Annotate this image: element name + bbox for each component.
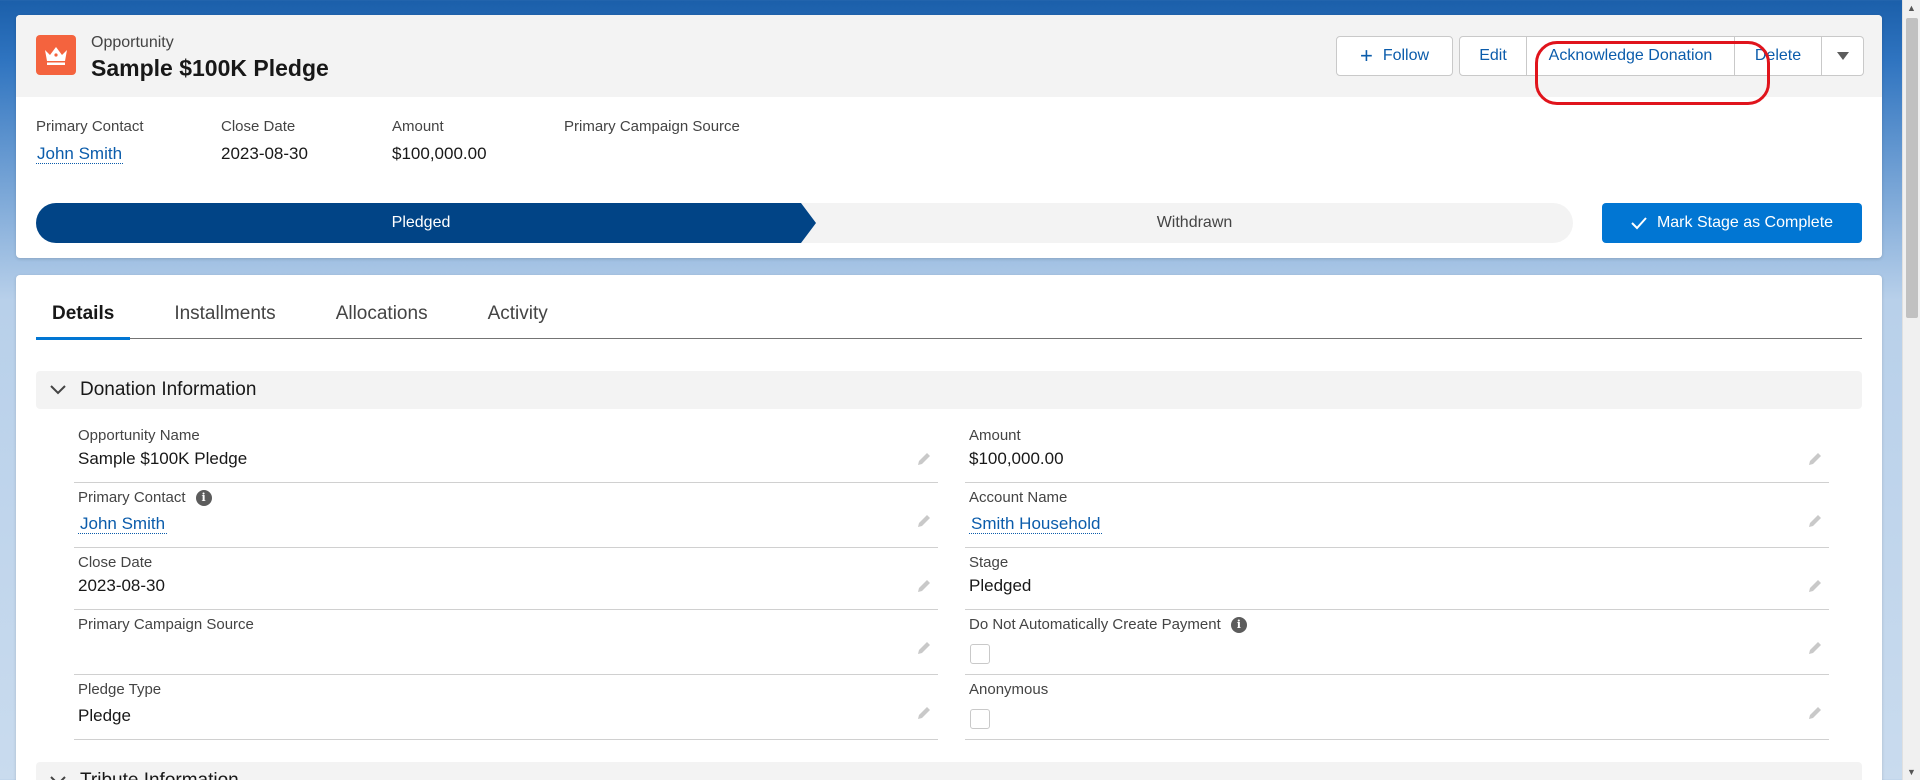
pencil-icon[interactable]	[916, 451, 932, 472]
tab-activity[interactable]: Activity	[472, 289, 564, 339]
field-label: Opportunity Name	[78, 427, 200, 444]
tab-allocations[interactable]: Allocations	[320, 289, 444, 339]
tab-installments[interactable]: Installments	[158, 289, 291, 339]
pencil-icon[interactable]	[1807, 513, 1823, 534]
checkmark-icon	[1631, 217, 1647, 230]
field-opportunity-name: Opportunity Name Sample $100K Pledge	[74, 421, 938, 483]
primary-contact-link[interactable]: John Smith	[78, 514, 168, 534]
field-label-wrap: Primary Contact i	[78, 489, 212, 506]
field-account-name: Account Name Smith Household	[965, 483, 1829, 548]
page-scrollbar[interactable]: ▲ ▼	[1902, 0, 1920, 780]
pencil-icon[interactable]	[1807, 640, 1823, 661]
chevron-down-icon	[36, 776, 80, 780]
object-type-label: Opportunity	[91, 34, 174, 51]
info-icon[interactable]: i	[195, 489, 212, 506]
stage-path: Pledged Withdrawn	[36, 203, 1573, 243]
mark-stage-complete-button[interactable]: Mark Stage as Complete	[1602, 203, 1862, 243]
highlights-panel: Primary Contact John Smith Close Date 20…	[36, 118, 784, 164]
highlight-label: Primary Contact	[36, 118, 144, 135]
field-pledge-type: Pledge Type Pledge	[74, 675, 938, 740]
account-name-link[interactable]: Smith Household	[969, 514, 1103, 534]
path-stage-pledged[interactable]: Pledged	[36, 203, 816, 243]
record-tabs: Details Installments Allocations Activit…	[36, 289, 1862, 340]
acknowledge-donation-button[interactable]: Acknowledge Donation	[1527, 36, 1735, 76]
field-anonymous: Anonymous	[965, 675, 1829, 740]
details-card: Details Installments Allocations Activit…	[16, 275, 1882, 780]
pencil-icon[interactable]	[916, 513, 932, 534]
highlight-amount: Amount $100,000.00	[392, 118, 564, 164]
section-donation-information[interactable]: Donation Information	[36, 371, 1862, 409]
highlight-value: 2023-08-30	[221, 144, 308, 163]
field-label: Primary Campaign Source	[78, 616, 254, 633]
field-close-date: Close Date 2023-08-30	[74, 548, 938, 610]
pencil-icon[interactable]	[916, 640, 932, 661]
more-actions-button[interactable]	[1822, 36, 1864, 76]
plus-icon: +	[1359, 43, 1373, 68]
primary-contact-link[interactable]: John Smith	[36, 144, 124, 164]
highlight-close-date: Close Date 2023-08-30	[221, 118, 392, 164]
field-label: Close Date	[78, 554, 153, 571]
info-icon[interactable]: i	[1230, 616, 1247, 633]
highlight-label: Amount	[392, 118, 444, 135]
pencil-icon[interactable]	[1807, 705, 1823, 726]
scroll-down-icon[interactable]: ▼	[1907, 767, 1916, 777]
field-label: Stage	[969, 554, 1009, 571]
field-label: Anonymous	[969, 681, 1049, 698]
record-title: Sample $100K Pledge	[91, 55, 329, 81]
field-stage: Stage Pledged	[965, 548, 1829, 610]
anonymous-checkbox[interactable]	[970, 709, 990, 729]
field-do-not-auto-create-payment: Do Not Automatically Create Payment i	[965, 610, 1829, 675]
pencil-icon[interactable]	[916, 578, 932, 599]
header-actions: + Follow Edit Acknowledge Donation Delet…	[1336, 36, 1864, 76]
tab-details[interactable]: Details	[36, 289, 131, 340]
section-tribute-information[interactable]: Tribute Information	[36, 762, 1862, 780]
highlight-value: $100,000.00	[392, 144, 487, 163]
field-label: Pledge Type	[78, 681, 162, 698]
field-value: 2023-08-30	[78, 576, 165, 595]
highlight-primary-contact: Primary Contact John Smith	[36, 118, 221, 164]
field-value: Pledged	[969, 576, 1032, 595]
opportunity-crown-icon	[36, 35, 76, 75]
section-title: Tribute Information	[80, 770, 239, 780]
field-primary-contact: Primary Contact i John Smith	[74, 483, 938, 548]
field-amount: Amount $100,000.00	[965, 421, 1829, 483]
section-title: Donation Information	[80, 379, 257, 400]
highlight-label: Primary Campaign Source	[564, 118, 740, 135]
scrollbar-thumb[interactable]	[1906, 18, 1918, 318]
field-value: Sample $100K Pledge	[78, 449, 248, 468]
field-label: Amount	[969, 427, 1021, 444]
delete-button[interactable]: Delete	[1735, 36, 1822, 76]
follow-button-label: Follow	[1382, 47, 1430, 64]
chevron-down-icon	[36, 385, 80, 395]
field-label-wrap: Do Not Automatically Create Payment i	[969, 616, 1247, 633]
field-label: Primary Contact	[78, 489, 186, 506]
pencil-icon[interactable]	[1807, 451, 1823, 472]
mark-stage-complete-label: Mark Stage as Complete	[1656, 214, 1834, 231]
field-primary-campaign-source: Primary Campaign Source	[74, 610, 938, 675]
field-value: Pledge	[78, 706, 131, 725]
record-header-top: Opportunity Sample $100K Pledge + Follow…	[16, 15, 1882, 97]
path-stage-withdrawn[interactable]: Withdrawn	[816, 203, 1573, 243]
pencil-icon[interactable]	[916, 705, 932, 726]
do-not-auto-create-payment-checkbox[interactable]	[970, 644, 990, 664]
scroll-up-icon[interactable]: ▲	[1907, 3, 1916, 13]
record-header-card: Opportunity Sample $100K Pledge + Follow…	[16, 15, 1882, 258]
chevron-down-icon	[1836, 52, 1849, 60]
highlight-primary-campaign-source: Primary Campaign Source	[564, 118, 784, 164]
pencil-icon[interactable]	[1807, 578, 1823, 599]
field-label: Do Not Automatically Create Payment	[969, 616, 1221, 633]
edit-button[interactable]: Edit	[1459, 36, 1527, 76]
highlight-label: Close Date	[221, 118, 296, 135]
field-label: Account Name	[969, 489, 1068, 506]
follow-button[interactable]: + Follow	[1336, 36, 1453, 76]
field-value: $100,000.00	[969, 449, 1064, 468]
